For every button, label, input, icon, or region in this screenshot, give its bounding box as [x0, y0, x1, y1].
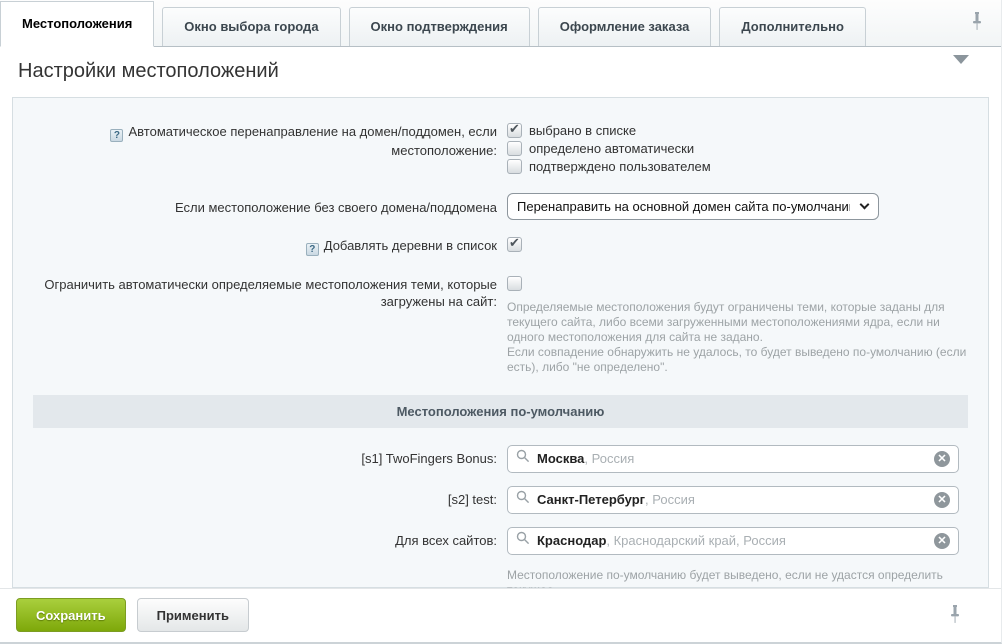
search-icon	[516, 490, 530, 509]
location-search-input-s1[interactable]: Москва , Россия ✕	[507, 445, 959, 473]
location-value-city: Москва	[537, 451, 584, 466]
location-value-region: , Краснодарский край, Россия	[606, 533, 786, 548]
default-location-row: [s2] test: Санкт-Петербург , Россия ✕	[33, 486, 968, 514]
option-confirmed-by-user: подтверждено пользователем	[507, 159, 968, 174]
tab-confirm-window[interactable]: Окно подтверждения	[349, 7, 530, 46]
no-domain-select-wrap: Перенаправить на основной домен сайта по…	[507, 193, 879, 220]
add-villages-label: ?Добавлять деревни в список	[33, 237, 497, 257]
location-value-city: Санкт-Петербург	[537, 492, 645, 507]
checkbox-add-villages[interactable]	[507, 237, 522, 252]
tab-locations[interactable]: Местоположения	[0, 1, 154, 47]
location-value-region: , Россия	[584, 451, 634, 466]
search-icon	[516, 449, 530, 468]
tab-checkout[interactable]: Оформление заказа	[538, 7, 712, 46]
clear-icon[interactable]: ✕	[934, 533, 950, 549]
location-search-input-all-sites[interactable]: Краснодар , Краснодарский край, Россия ✕	[507, 527, 959, 555]
pin-button-top[interactable]	[969, 9, 985, 36]
checkbox-restrict-locations[interactable]	[507, 276, 522, 291]
title-bar: Настройки местоположений	[0, 47, 1001, 97]
option-selected-in-list: выбрано в списке	[507, 123, 968, 138]
tab-bar: Местоположения Окно выбора города Окно п…	[0, 0, 1001, 47]
clear-icon[interactable]: ✕	[934, 451, 950, 467]
help-icon[interactable]: ?	[110, 129, 123, 142]
option-detected-automatically: определено автоматически	[507, 141, 968, 156]
chevron-down-icon	[953, 55, 969, 79]
pin-icon	[949, 612, 961, 627]
apply-button[interactable]: Применить	[137, 598, 249, 632]
option-label: подтверждено пользователем	[529, 159, 711, 174]
settings-window: Местоположения Окно выбора города Окно п…	[0, 0, 1002, 644]
all-sites-label: Для всех сайтов:	[33, 532, 497, 549]
row-auto-redirect: ?Автоматическое перенаправление на домен…	[33, 123, 968, 177]
tab-city-select-window[interactable]: Окно выбора города	[162, 7, 340, 46]
clear-icon[interactable]: ✕	[934, 492, 950, 508]
help-icon[interactable]: ?	[306, 243, 319, 256]
checkbox-selected-in-list[interactable]	[507, 123, 522, 138]
option-label: определено автоматически	[529, 141, 694, 156]
collapse-section-button[interactable]	[953, 64, 969, 79]
settings-panel: ?Автоматическое перенаправление на домен…	[12, 97, 989, 588]
default-location-row: Для всех сайтов: Краснодар , Краснодарск…	[33, 527, 968, 555]
auto-redirect-label: ?Автоматическое перенаправление на домен…	[33, 123, 497, 177]
page-title: Настройки местоположений	[18, 60, 279, 83]
auto-redirect-options: выбрано в списке определено автоматическ…	[507, 123, 968, 177]
search-icon	[516, 531, 530, 550]
restrict-note-line: Определяемые местоположения будут ограни…	[507, 300, 968, 345]
location-value-city: Краснодар	[537, 533, 606, 548]
row-add-villages: ?Добавлять деревни в список	[33, 237, 968, 257]
restrict-locations-label: Ограничить автоматически определяемые ме…	[33, 276, 497, 375]
page-content: Настройки местоположений ?Автоматическое…	[0, 47, 1001, 588]
checkbox-detected-automatically[interactable]	[507, 141, 522, 156]
site-s1-label: [s1] TwoFingers Bonus:	[33, 450, 497, 467]
row-restrict-locations: Ограничить автоматически определяемые ме…	[33, 276, 968, 375]
restrict-note-line: Если совпадение обнаружить не удалось, т…	[507, 345, 968, 375]
save-button[interactable]: Сохранить	[16, 598, 126, 632]
site-s2-label: [s2] test:	[33, 491, 497, 508]
restrict-note: Определяемые местоположения будут ограни…	[507, 300, 968, 375]
option-label: выбрано в списке	[529, 123, 636, 138]
tab-additional[interactable]: Дополнительно	[719, 7, 866, 46]
pin-icon	[971, 19, 983, 34]
pin-button-bottom[interactable]	[947, 602, 963, 629]
footer-toolbar: Сохранить Применить	[0, 588, 1001, 642]
location-search-input-s2[interactable]: Санкт-Петербург , Россия ✕	[507, 486, 959, 514]
no-domain-select[interactable]: Перенаправить на основной домен сайта по…	[507, 193, 879, 220]
default-location-row: [s1] TwoFingers Bonus: Москва , Россия ✕	[33, 445, 968, 473]
no-domain-label: Если местоположение без своего домена/по…	[33, 193, 497, 220]
checkbox-confirmed-by-user[interactable]	[507, 159, 522, 174]
defaults-section-header: Местоположения по-умолчанию	[33, 395, 968, 428]
location-value-region: , Россия	[645, 492, 695, 507]
row-no-domain: Если местоположение без своего домена/по…	[33, 193, 968, 220]
